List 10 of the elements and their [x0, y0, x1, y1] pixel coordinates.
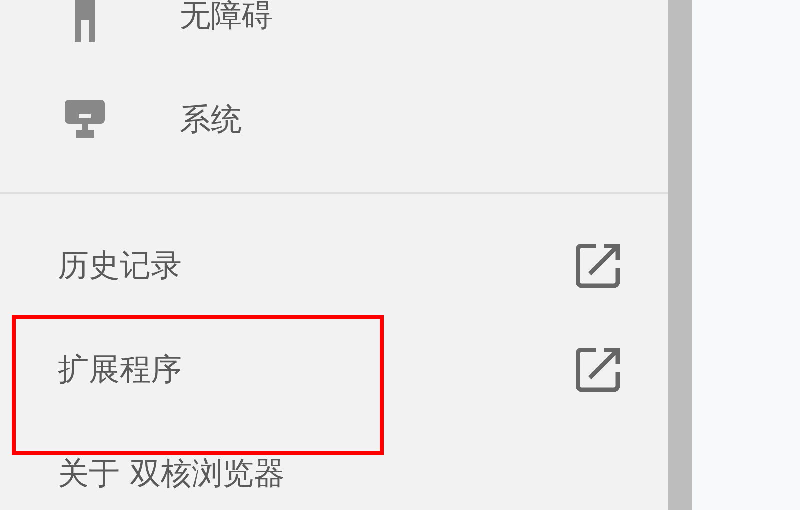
menu-item[interactable]: 无障碍 — [180, 0, 273, 37]
menu-item[interactable]: 系统 — [180, 99, 242, 141]
monitor-icon — [65, 100, 105, 140]
menu-item[interactable]: 关于 双核浏览器 — [58, 453, 620, 495]
external-link-icon[interactable] — [576, 348, 620, 392]
menu-item[interactable]: 历史记录 — [58, 245, 576, 287]
figure-icon — [72, 0, 98, 44]
scrollbar[interactable] — [668, 0, 692, 510]
menu-item[interactable]: 扩展程序 — [58, 349, 576, 391]
external-link-icon[interactable] — [576, 244, 620, 288]
